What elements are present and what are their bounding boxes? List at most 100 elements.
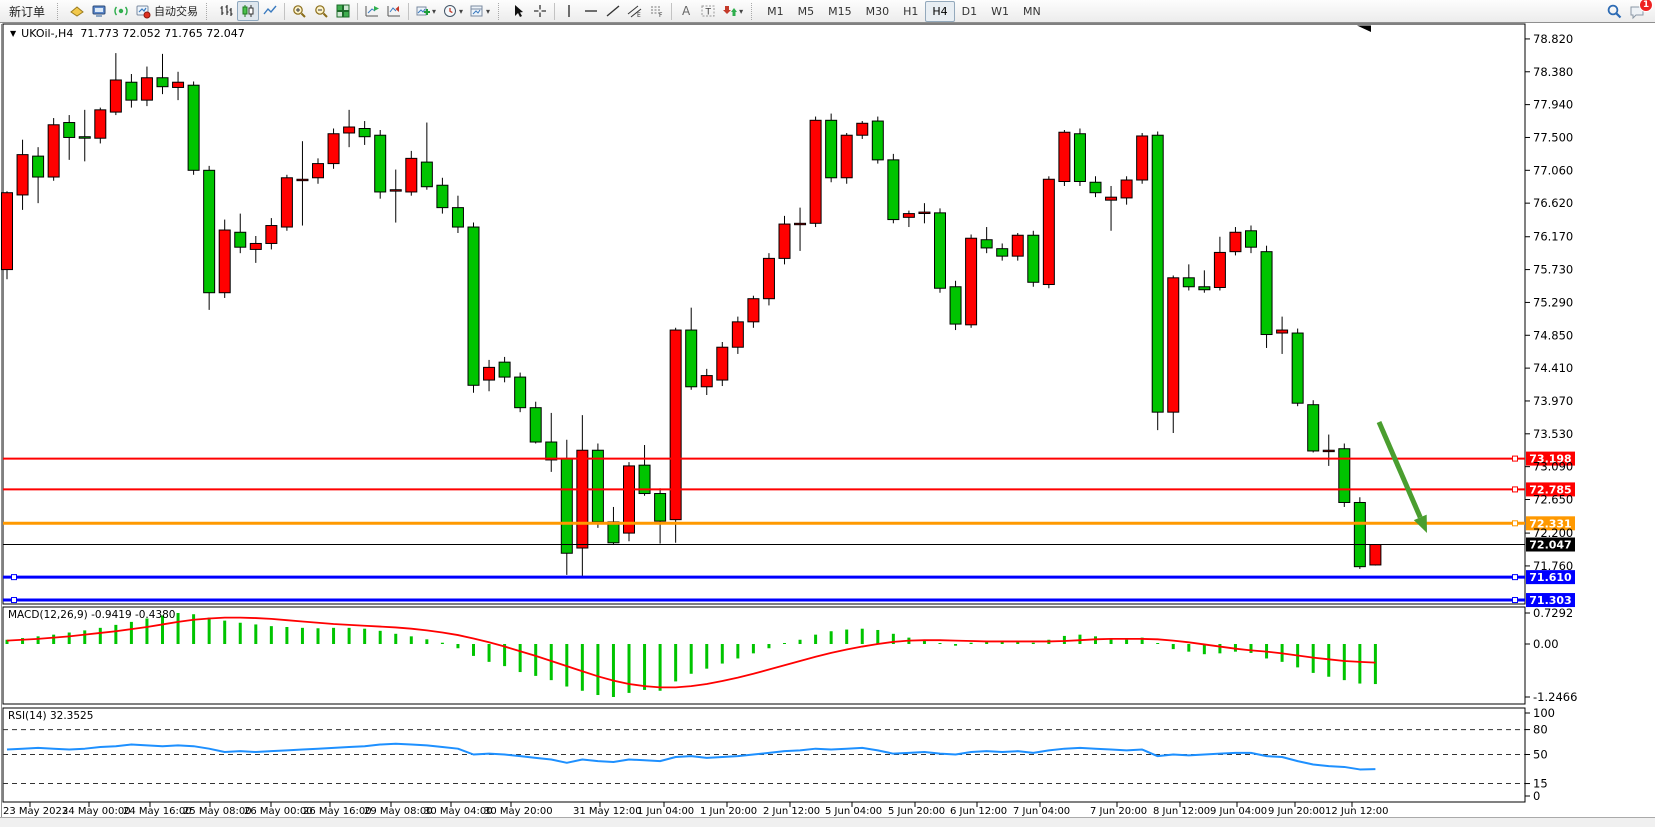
macd-indicator-label: MACD(12,26,9) -0.9419 -0.4380 <box>8 609 176 621</box>
toolbar-grip <box>57 3 63 20</box>
price-tick-label: 73.530 <box>1533 427 1573 441</box>
autotrading-button[interactable]: 自动交易 <box>132 1 201 21</box>
period-button-mn[interactable]: MN <box>1016 1 1048 22</box>
chart-svg: 73.19872.78572.33172.04771.61071.30378.8… <box>0 0 1655 827</box>
crosshair-button[interactable] <box>529 1 551 21</box>
trendline-button[interactable] <box>602 1 624 21</box>
rsi-name: RSI(14) <box>8 710 47 722</box>
price-tick-label: 78.820 <box>1533 32 1573 46</box>
date-tick-label: 7 Jun 20:00 <box>1090 806 1147 817</box>
zoom-in-icon <box>291 3 307 19</box>
toolbar-separator <box>357 3 358 20</box>
line-handle[interactable] <box>12 598 17 603</box>
text-button[interactable]: A <box>675 1 697 21</box>
chat-button[interactable]: 1 <box>1626 1 1649 21</box>
date-tick-label: 2 Jun 12:00 <box>763 806 820 817</box>
toolbar-grip <box>498 3 504 20</box>
signal-button[interactable] <box>110 1 132 21</box>
date-tick-label: 24 May 00:00 <box>62 806 131 817</box>
chat-badge: 1 <box>1639 0 1653 12</box>
macd-tick-label: 0.7292 <box>1533 606 1573 620</box>
rsi-indicator-label: RSI(14) 32.3525 <box>8 710 93 722</box>
fibonacci-button[interactable]: F <box>646 1 668 21</box>
periods-button[interactable]: ▾ <box>439 1 466 21</box>
period-button-m5[interactable]: M5 <box>791 1 822 22</box>
tile-windows-icon <box>335 3 351 19</box>
trading-terminal: { "toolbar": { "new_order_label": "新订单",… <box>0 0 1655 827</box>
svg-text:T: T <box>705 8 712 18</box>
date-tick-label: 8 Jun 12:00 <box>1153 806 1210 817</box>
price-tick-label: 72.200 <box>1533 526 1573 540</box>
svg-text:72.047: 72.047 <box>1529 539 1571 552</box>
bar-chart-button[interactable] <box>215 1 237 21</box>
line-chart-button[interactable] <box>259 1 281 21</box>
zoom-out-icon <box>313 3 329 19</box>
equidistant-channel-button[interactable]: E <box>624 1 646 21</box>
price-tick-label: 75.290 <box>1533 295 1573 309</box>
new-order-button[interactable]: 新订单 <box>2 1 52 21</box>
period-button-h1[interactable]: H1 <box>896 1 925 22</box>
date-tick-label: 30 May 04:00 <box>424 806 493 817</box>
line-handle[interactable] <box>1513 521 1518 526</box>
text-label-button[interactable]: T <box>697 1 719 21</box>
chart-shift-button[interactable] <box>383 1 405 21</box>
date-tick-label: 1 Jun 04:00 <box>637 806 694 817</box>
date-tick-label: 25 May 08:00 <box>183 806 252 817</box>
toolbar-separator <box>408 3 409 20</box>
indicators-button[interactable]: ▾ <box>412 1 439 21</box>
data-window-button[interactable] <box>66 1 88 21</box>
macd-values: -0.9419 -0.4380 <box>91 609 175 621</box>
terminal-icon <box>91 3 107 19</box>
crosshair-icon <box>532 3 548 19</box>
line-handle[interactable] <box>1513 487 1518 492</box>
autotrading-label: 自动交易 <box>154 3 198 19</box>
period-button-h4[interactable]: H4 <box>925 1 954 22</box>
horizontal-line-icon <box>583 3 599 19</box>
date-tick-label: 31 May 12:00 <box>573 806 642 817</box>
terminal-button[interactable] <box>88 1 110 21</box>
cursor-icon <box>510 3 526 19</box>
auto-scroll-icon <box>364 3 380 19</box>
chart-shift-icon <box>386 3 402 19</box>
date-tick-label: 5 Jun 20:00 <box>888 806 945 817</box>
cursor-button[interactable] <box>507 1 529 21</box>
period-button-w1[interactable]: W1 <box>984 1 1016 22</box>
date-tick-label: 5 Jun 04:00 <box>825 806 882 817</box>
arrows-button[interactable]: ▾ <box>719 1 746 21</box>
period-button-d1[interactable]: D1 <box>955 1 984 22</box>
candlestick-chart-button[interactable] <box>237 1 259 21</box>
period-button-m1[interactable]: M1 <box>760 1 791 22</box>
main-toolbar: 新订单 自动交易 <box>0 0 1655 23</box>
line-handle[interactable] <box>1513 575 1518 580</box>
dropdown-caret: ▾ <box>459 7 463 16</box>
text-label-icon: T <box>700 3 716 19</box>
zoom-in-button[interactable] <box>288 1 310 21</box>
chart-title: ▼UKOil-,H4 71.773 72.052 71.765 72.047 <box>10 27 245 40</box>
text-icon: A <box>678 3 694 19</box>
signal-icon <box>113 3 129 19</box>
date-tick-label: 23 May 2023 <box>3 806 68 817</box>
rsi-tick-label: 50 <box>1533 748 1548 762</box>
date-tick-label: 9 Jun 04:00 <box>1210 806 1267 817</box>
search-button[interactable] <box>1603 1 1626 21</box>
horizontal-line-button[interactable] <box>580 1 602 21</box>
vertical-line-button[interactable] <box>558 1 580 21</box>
candlestick-chart-icon <box>240 3 256 19</box>
tile-windows-button[interactable] <box>332 1 354 21</box>
period-button-m30[interactable]: M30 <box>859 1 897 22</box>
macd-tick-label: 0.00 <box>1533 637 1559 651</box>
date-tick-label: 1 Jun 20:00 <box>700 806 757 817</box>
search-icon <box>1606 3 1623 20</box>
zoom-out-button[interactable] <box>310 1 332 21</box>
chart-menu-icon[interactable]: ▼ <box>10 29 16 38</box>
date-tick-label: 6 Jun 12:00 <box>950 806 1007 817</box>
price-tick-label: 73.090 <box>1533 460 1573 474</box>
line-handle[interactable] <box>1513 598 1518 603</box>
period-button-m15[interactable]: M15 <box>821 1 859 22</box>
chart-area[interactable]: 73.19872.78572.33172.04771.61071.30378.8… <box>0 0 1655 831</box>
toolbar-separator <box>284 3 285 20</box>
auto-scroll-button[interactable] <box>361 1 383 21</box>
templates-button[interactable]: ▾ <box>466 1 493 21</box>
line-handle[interactable] <box>1513 456 1518 461</box>
line-handle[interactable] <box>12 575 17 580</box>
